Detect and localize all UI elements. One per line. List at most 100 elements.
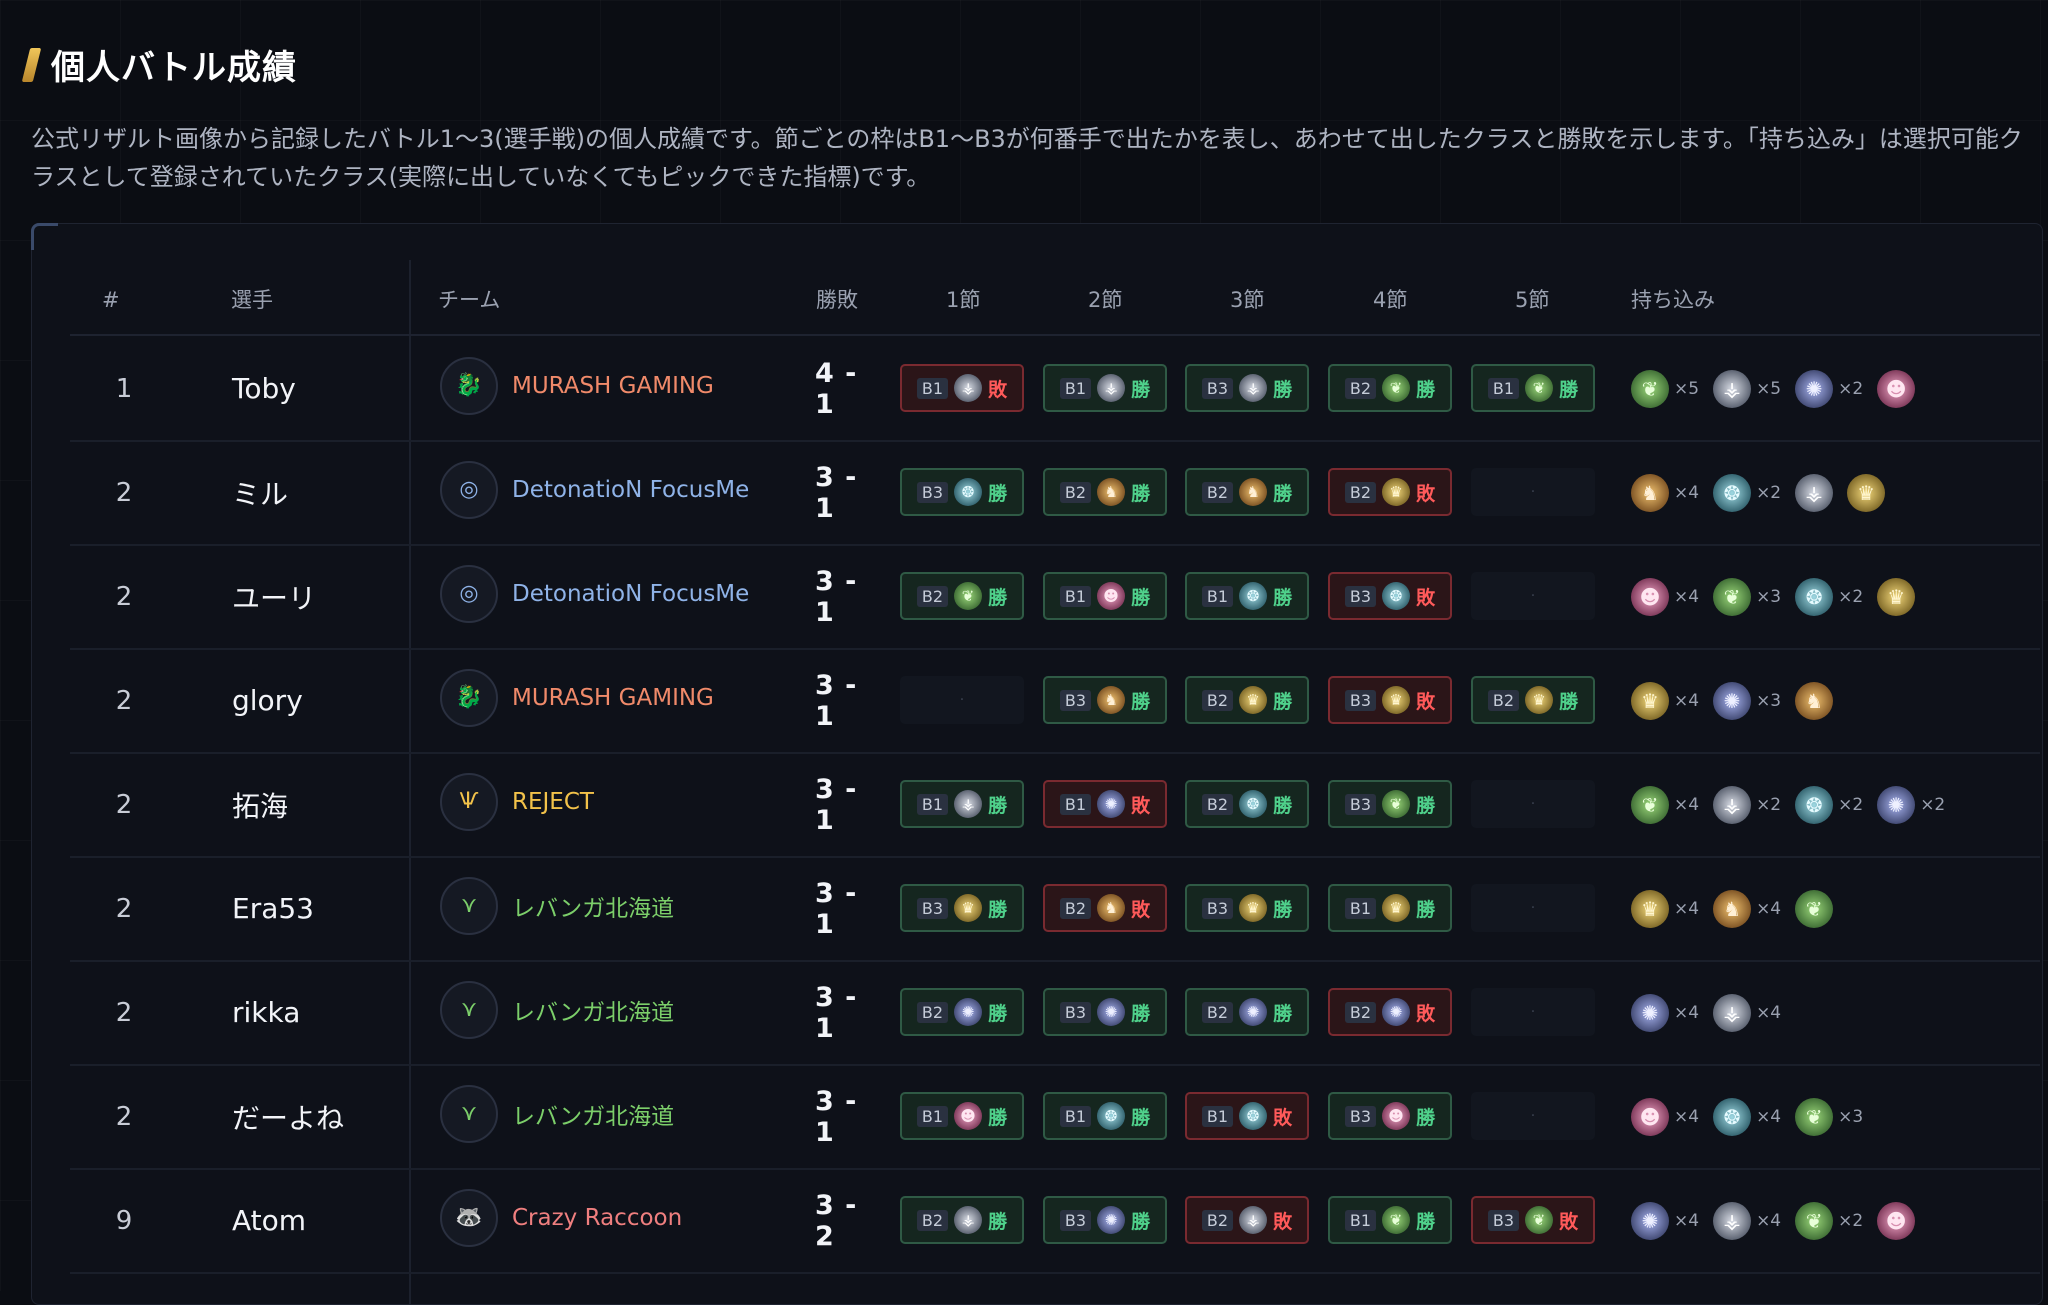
pick-item: ⚶ ×2 (1713, 785, 1781, 824)
team-name[interactable]: MURASH GAMING (512, 373, 714, 399)
player-name[interactable]: rikka (232, 961, 300, 1064)
player-name[interactable]: Era53 (232, 857, 314, 960)
player-name[interactable]: ユーリ (232, 545, 316, 648)
battle-order-badge: B2 (1344, 481, 1377, 503)
battle-result: 勝 (1416, 898, 1436, 921)
battle-result: 勝 (988, 1106, 1008, 1129)
leaf-class-icon: ❦ (1795, 1201, 1834, 1240)
table-row: 2 Era53 ⋎ レバンガ北海道 3 - 1 B3 ♛ 勝 B2 ♞ 敗 B3 ♛ 勝 B1 ♛ 勝 · ♛ ×4 ♞… (70, 857, 2040, 962)
table-row: 2 拓海 Ѱ REJECT 3 - 1 B1 ⚶ 勝 B1 ✺ 敗 B2 ❂ 勝 B3 ❦ 勝 · ❦ ×4 ⚶ ×2 ❂ ×… (70, 753, 2040, 858)
team-name[interactable]: REJECT (512, 789, 594, 815)
team-name[interactable]: Crazy Raccoon (512, 1205, 682, 1231)
battle-order-badge: B2 (1201, 481, 1234, 503)
team-cell[interactable]: ◎ DetonatioN FocusMe (440, 545, 749, 648)
team-name[interactable]: DetonatioN FocusMe (512, 581, 749, 607)
team-cell[interactable]: ⋎ レバンガ北海道 (440, 857, 674, 960)
set-2-result: B2 ♞ 敗 (1043, 884, 1167, 932)
set-4-result: B3 ☻ 勝 (1328, 1092, 1452, 1140)
crown-class-icon: ♛ (1382, 478, 1411, 506)
set-3-result: B3 ⚶ 勝 (1185, 364, 1309, 412)
header-picks: 持ち込み (1631, 288, 1715, 312)
team-cell[interactable]: ⋎ レバンガ北海道 (440, 961, 674, 1064)
leaf-class-icon: ❦ (1795, 889, 1834, 928)
set-5-result: B2 ♛ 勝 (1471, 676, 1595, 724)
leaf-class-icon: ❦ (1525, 1206, 1554, 1234)
team-name[interactable]: DetonatioN FocusMe (512, 477, 749, 503)
team-name[interactable]: レバンガ北海道 (512, 993, 674, 1027)
leaf-class-icon: ❦ (1382, 790, 1411, 818)
dragon-class-icon: ♞ (1097, 894, 1126, 922)
player-name[interactable]: 拓海 (232, 753, 288, 856)
section-header: 個人バトル成績 (21, 40, 297, 89)
team-cell[interactable]: 🐉 MURASH GAMING (440, 649, 714, 752)
team-cell[interactable]: ◎ DetonatioN FocusMe (440, 441, 749, 544)
crown-class-icon: ♛ (954, 894, 983, 922)
team-name[interactable]: レバンガ北海道 (512, 1097, 674, 1131)
table-header: # 選手 チーム 勝敗 1節 2節 3節 4節 5節 持ち込み (70, 280, 2040, 320)
set-3-result: B2 ⚶ 敗 (1185, 1196, 1309, 1244)
battle-result: 勝 (1273, 482, 1293, 505)
team-name[interactable]: MURASH GAMING (512, 685, 714, 711)
crown-class-icon: ♛ (1382, 894, 1411, 922)
team-name[interactable]: レバンガ北海道 (512, 889, 674, 923)
set-1-result: B2 ❦ 勝 (900, 572, 1024, 620)
battle-result: 勝 (1131, 690, 1151, 713)
win-loss-record: 3 - 1 (815, 461, 858, 524)
set-2-result: B1 ✺ 敗 (1043, 780, 1167, 828)
set-1-result: B1 ⚶ 勝 (900, 780, 1024, 828)
player-name[interactable]: ミル (232, 441, 288, 544)
set-4-result: B2 ✺ 敗 (1328, 988, 1452, 1036)
battle-order-badge: B3 (1059, 689, 1092, 711)
win-loss-record: 3 - 2 (815, 1189, 858, 1252)
team-cell[interactable]: 🦝 Crazy Raccoon (440, 1169, 682, 1272)
empty-marker: · (1530, 796, 1536, 812)
battle-result: 勝 (988, 794, 1008, 817)
battle-order-badge: B3 (1344, 793, 1377, 815)
nightmare-class-icon: ☻ (1631, 1097, 1669, 1136)
battle-order-badge: B3 (1059, 1209, 1092, 1231)
win-loss-record: 3 - 1 (815, 565, 858, 628)
set-1-result: B3 ♛ 勝 (900, 884, 1024, 932)
team-cell[interactable]: 🐉 MURASH GAMING (440, 337, 714, 440)
player-name[interactable]: Toby (232, 337, 296, 440)
battle-result: 勝 (1416, 1106, 1436, 1129)
leaf-class-icon: ❦ (954, 582, 983, 610)
crown-class-icon: ♛ (1382, 686, 1411, 714)
battle-order-badge: B2 (1487, 689, 1520, 711)
set-3-result: B3 ♛ 勝 (1185, 884, 1309, 932)
set-5-result: · (1471, 884, 1595, 932)
dragon-class-icon: ♞ (1795, 681, 1834, 720)
dragon-class-icon: ♞ (1097, 686, 1126, 714)
battle-result: 勝 (988, 586, 1008, 609)
set-4-result: B1 ❦ 勝 (1328, 1196, 1452, 1244)
crown-class-icon: ♛ (1631, 681, 1669, 720)
nemesis-class-icon: ❂ (1382, 582, 1411, 610)
battle-order-badge: B3 (1344, 1105, 1377, 1127)
battle-order-badge: B1 (916, 1105, 949, 1127)
battle-result: 勝 (988, 482, 1008, 505)
player-name[interactable]: Atom (232, 1169, 306, 1272)
nightmare-class-icon: ☻ (1097, 582, 1126, 610)
crown-class-icon: ♛ (1877, 577, 1916, 616)
header-set-3: 3節 (1230, 288, 1265, 312)
battle-result: 勝 (1131, 1210, 1151, 1233)
player-name[interactable]: glory (232, 649, 303, 752)
pick-count: ×3 (1756, 586, 1782, 607)
pick-count: ×5 (1756, 378, 1782, 399)
player-name[interactable]: だーよね (232, 1065, 344, 1168)
wings-class-icon: ⚶ (1795, 473, 1834, 512)
picks-list: ❦ ×4 ⚶ ×2 ❂ ×2 ✺ ×2 (1631, 753, 1959, 856)
pick-item: ❦ ×5 (1631, 369, 1699, 408)
picks-list: ❦ ×5 ⚶ ×5 ✺ ×2 ☻ (1631, 337, 1929, 440)
team-cell[interactable]: Ѱ REJECT (440, 753, 594, 856)
battle-result: 敗 (1416, 690, 1436, 713)
battle-result: 敗 (1273, 1106, 1293, 1129)
set-2-result: B1 ☻ 勝 (1043, 572, 1167, 620)
team-cell[interactable]: ⋎ レバンガ北海道 (440, 1065, 674, 1168)
battle-order-badge: B2 (1201, 1001, 1234, 1023)
battle-result: 勝 (1273, 898, 1293, 921)
pick-count: ×4 (1756, 1002, 1782, 1023)
pick-count: ×2 (1838, 378, 1864, 399)
battle-order-badge: B1 (916, 377, 949, 399)
set-1-result: B1 ☻ 勝 (900, 1092, 1024, 1140)
